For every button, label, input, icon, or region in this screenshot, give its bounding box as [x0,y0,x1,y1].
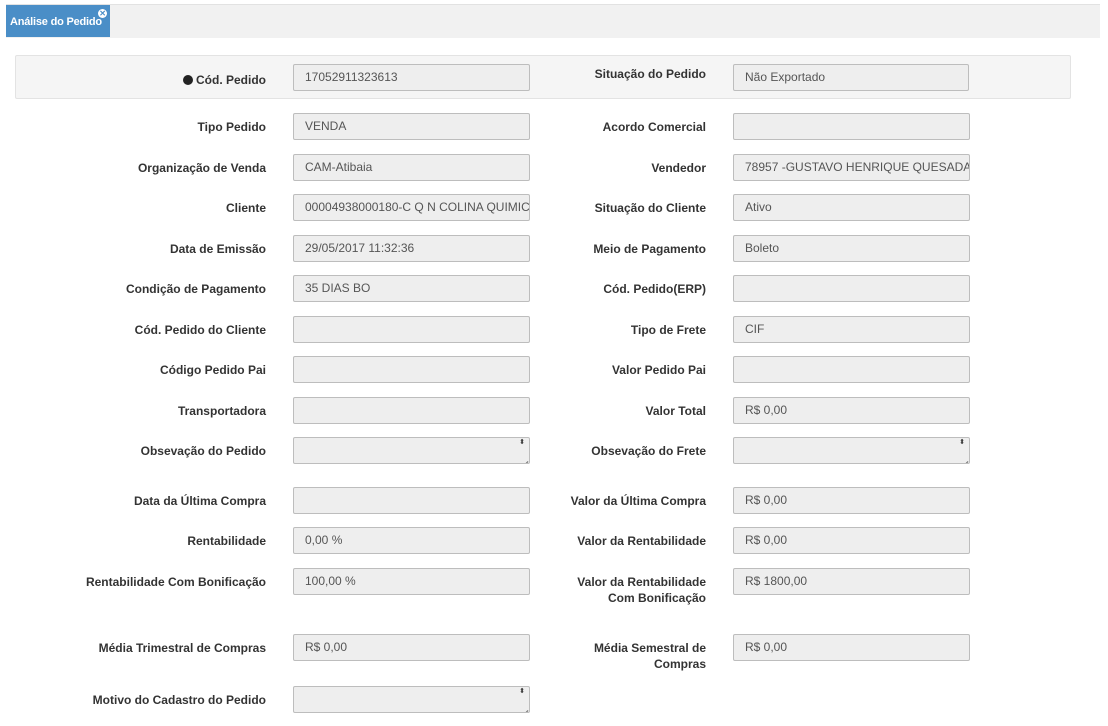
last-purchase-value-label: Valor da Última Compra [570,494,706,508]
order-code-label: Cód. Pedido [20,72,266,88]
semester-avg-field[interactable]: R$ 0,00 [733,634,970,661]
order-status-field[interactable]: Não Exportado [733,64,969,91]
freight-type-field[interactable]: CIF [733,316,970,343]
payment-method-field[interactable]: Boleto [733,235,970,262]
client-order-code-label: Cód. Pedido do Cliente [134,323,266,337]
profitability-field[interactable]: 0,00 % [293,527,530,554]
erp-order-code-field[interactable] [733,275,970,302]
total-value-label: Valor Total [645,404,706,418]
sales-org-field[interactable]: CAM-Atibaia [293,154,530,181]
erp-order-code-label: Cód. Pedido(ERP) [603,282,706,296]
freight-type-label: Tipo de Frete [630,323,706,337]
registration-reason-textarea[interactable]: ⬍ [293,686,530,713]
required-dot-icon [183,75,193,85]
last-purchase-date-field[interactable] [293,487,530,514]
last-purchase-value-field[interactable]: R$ 0,00 [733,487,970,514]
payment-method-label: Meio de Pagamento [593,242,706,256]
client-status-label: Situação do Cliente [594,201,706,215]
order-type-field[interactable]: VENDA [293,113,530,140]
tab-bar: Análise do Pedido ✕ [6,4,1100,38]
order-type-label: Tipo Pedido [197,120,266,134]
order-notes-label: Obsevação do Pedido [140,444,266,458]
issue-date-field[interactable]: 29/05/2017 11:32:36 [293,235,530,262]
quarterly-avg-label: Média Trimestral de Compras [98,641,266,655]
registration-reason-label: Motivo do Cadastro do Pedido [92,693,266,707]
carrier-label: Transportadora [177,404,266,418]
client-order-code-field[interactable] [293,316,530,343]
close-icon[interactable]: ✕ [98,9,107,18]
issue-date-label: Data de Emissão [169,242,266,256]
tab-analise-do-pedido[interactable]: Análise do Pedido ✕ [6,5,110,37]
client-label: Cliente [225,201,266,215]
order-status-label: Situação do Pedido [594,67,706,81]
payment-condition-label: Condição de Pagamento [125,282,266,296]
scroll-arrows-icon[interactable]: ⬍ [957,439,967,446]
commercial-agreement-field[interactable] [733,113,970,140]
freight-notes-textarea[interactable]: ⬍ [733,437,970,464]
quarterly-avg-field[interactable]: R$ 0,00 [293,634,530,661]
client-status-field[interactable]: Ativo [733,194,970,221]
resize-grip-icon[interactable] [518,452,528,462]
profitability-bonus-value-label: Valor da Rentabilidade Com Bonificação [577,575,706,605]
seller-field[interactable]: 78957 -GUSTAVO HENRIQUE QUESADA [733,154,970,181]
semester-avg-label: Média Semestral de Compras [593,641,706,671]
order-notes-textarea[interactable]: ⬍ [293,437,530,464]
freight-notes-label: Obsevação do Frete [591,444,706,458]
profitability-label: Rentabilidade [187,534,266,548]
order-code-field[interactable]: 17052911323613 [293,64,530,91]
profitability-bonus-value-field[interactable]: R$ 1800,00 [733,568,970,595]
client-field[interactable]: 00004938000180-C Q N COLINA QUIMICA [293,194,530,221]
profitability-bonus-field[interactable]: 100,00 % [293,568,530,595]
tab-label: Análise do Pedido [10,16,102,28]
parent-order-code-label: Código Pedido Pai [159,363,266,377]
parent-order-code-field[interactable] [293,356,530,383]
profitability-bonus-label: Rentabilidade Com Bonificação [85,575,266,589]
seller-label: Vendedor [651,161,706,175]
sales-org-label: Organização de Venda [137,161,266,175]
carrier-field[interactable] [293,397,530,424]
total-value-field[interactable]: R$ 0,00 [733,397,970,424]
profitability-value-label: Valor da Rentabilidade [577,534,706,548]
resize-grip-icon[interactable] [518,701,528,711]
parent-order-value-field[interactable] [733,356,970,383]
scroll-arrows-icon[interactable]: ⬍ [517,439,527,446]
scroll-arrows-icon[interactable]: ⬍ [517,688,527,695]
profitability-value-field[interactable]: R$ 0,00 [733,527,970,554]
resize-grip-icon[interactable] [958,452,968,462]
payment-condition-field[interactable]: 35 DIAS BO [293,275,530,302]
last-purchase-date-label: Data da Última Compra [133,494,266,508]
parent-order-value-label: Valor Pedido Pai [611,363,706,377]
commercial-agreement-label: Acordo Comercial [602,120,706,134]
